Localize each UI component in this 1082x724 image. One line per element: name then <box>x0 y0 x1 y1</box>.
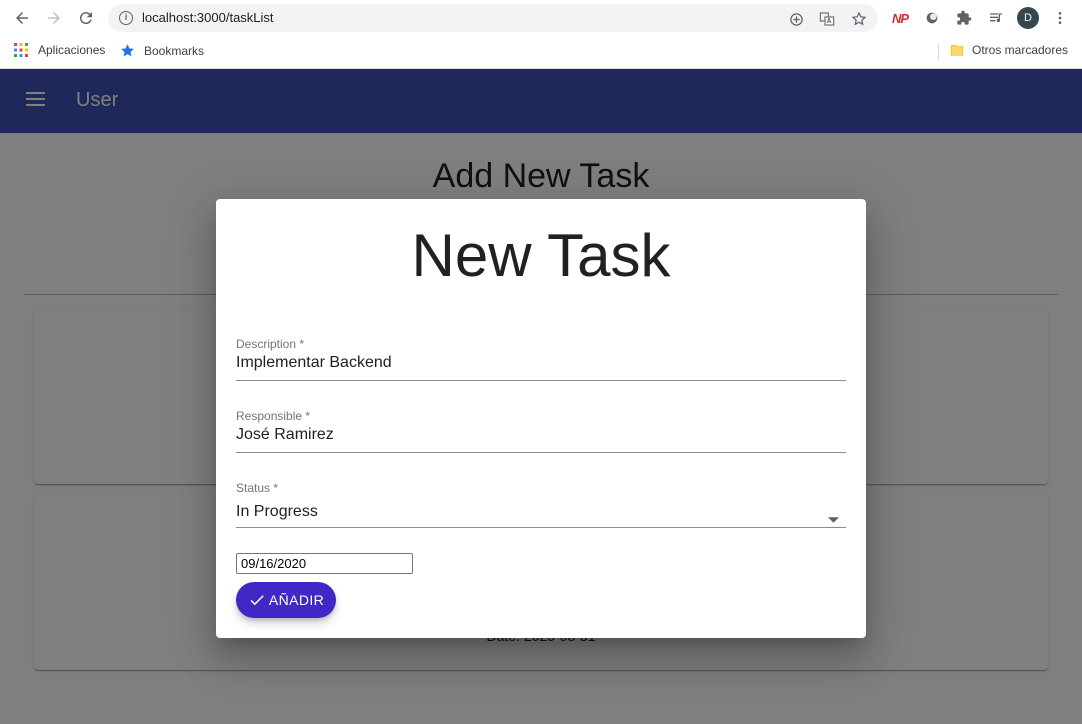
address-bar[interactable]: i localhost:3000/taskList <box>108 4 878 32</box>
info-icon[interactable]: i <box>119 11 133 25</box>
apps-bookmark[interactable]: Aplicaciones <box>14 43 105 57</box>
profile-avatar[interactable]: D <box>1017 7 1039 29</box>
url-text: localhost:3000/taskList <box>142 10 274 25</box>
back-icon[interactable] <box>12 8 32 28</box>
browser-toolbar: i localhost:3000/taskList NP D <box>0 0 1082 36</box>
star-icon[interactable] <box>851 11 867 27</box>
date-input[interactable]: 09/16/2020 <box>236 553 413 574</box>
add-button-label: AÑADIR <box>268 592 325 608</box>
dialog-title: New Task <box>411 222 671 289</box>
bookmark-separator <box>938 43 939 61</box>
status-select[interactable]: Status * In Progress <box>236 481 846 528</box>
folder-icon <box>950 45 964 56</box>
add-button[interactable]: AÑADIR <box>236 582 336 618</box>
other-bookmarks-label: Otros marcadores <box>972 43 1069 57</box>
status-value[interactable]: In Progress <box>236 503 318 521</box>
forward-icon[interactable] <box>44 8 64 28</box>
apps-label: Aplicaciones <box>38 43 106 57</box>
add-circle-icon[interactable] <box>788 11 804 27</box>
status-label: Status * <box>236 481 279 495</box>
bookmarks-folder[interactable]: Bookmarks <box>120 43 204 58</box>
bookmarks-label: Bookmarks <box>144 43 205 58</box>
more-vert-icon[interactable] <box>1050 8 1070 28</box>
apps-grid-icon <box>14 43 28 57</box>
responsible-label: Responsible * <box>236 409 311 423</box>
dropdown-arrow-icon[interactable] <box>828 510 839 528</box>
translate-icon[interactable] <box>819 11 835 27</box>
reload-icon[interactable] <box>76 8 96 28</box>
new-task-dialog: New Task Description * Implementar Backe… <box>216 199 866 638</box>
responsible-field[interactable]: Responsible * José Ramirez <box>236 409 846 453</box>
other-bookmarks-folder[interactable]: Otros marcadores <box>950 43 1068 57</box>
puzzle-icon[interactable] <box>954 8 974 28</box>
np-extension-icon[interactable]: NP <box>890 8 910 28</box>
responsible-input[interactable]: José Ramirez <box>236 426 334 444</box>
circle-extension-icon[interactable] <box>922 8 942 28</box>
check-icon <box>250 595 264 606</box>
description-input[interactable]: Implementar Backend <box>236 354 392 372</box>
bookmarks-bar: Aplicaciones Bookmarks Otros marcadores <box>0 36 1082 69</box>
description-field[interactable]: Description * Implementar Backend <box>236 337 846 381</box>
star-filled-icon <box>121 44 134 57</box>
description-label: Description * <box>236 337 305 351</box>
media-queue-icon[interactable] <box>986 8 1006 28</box>
